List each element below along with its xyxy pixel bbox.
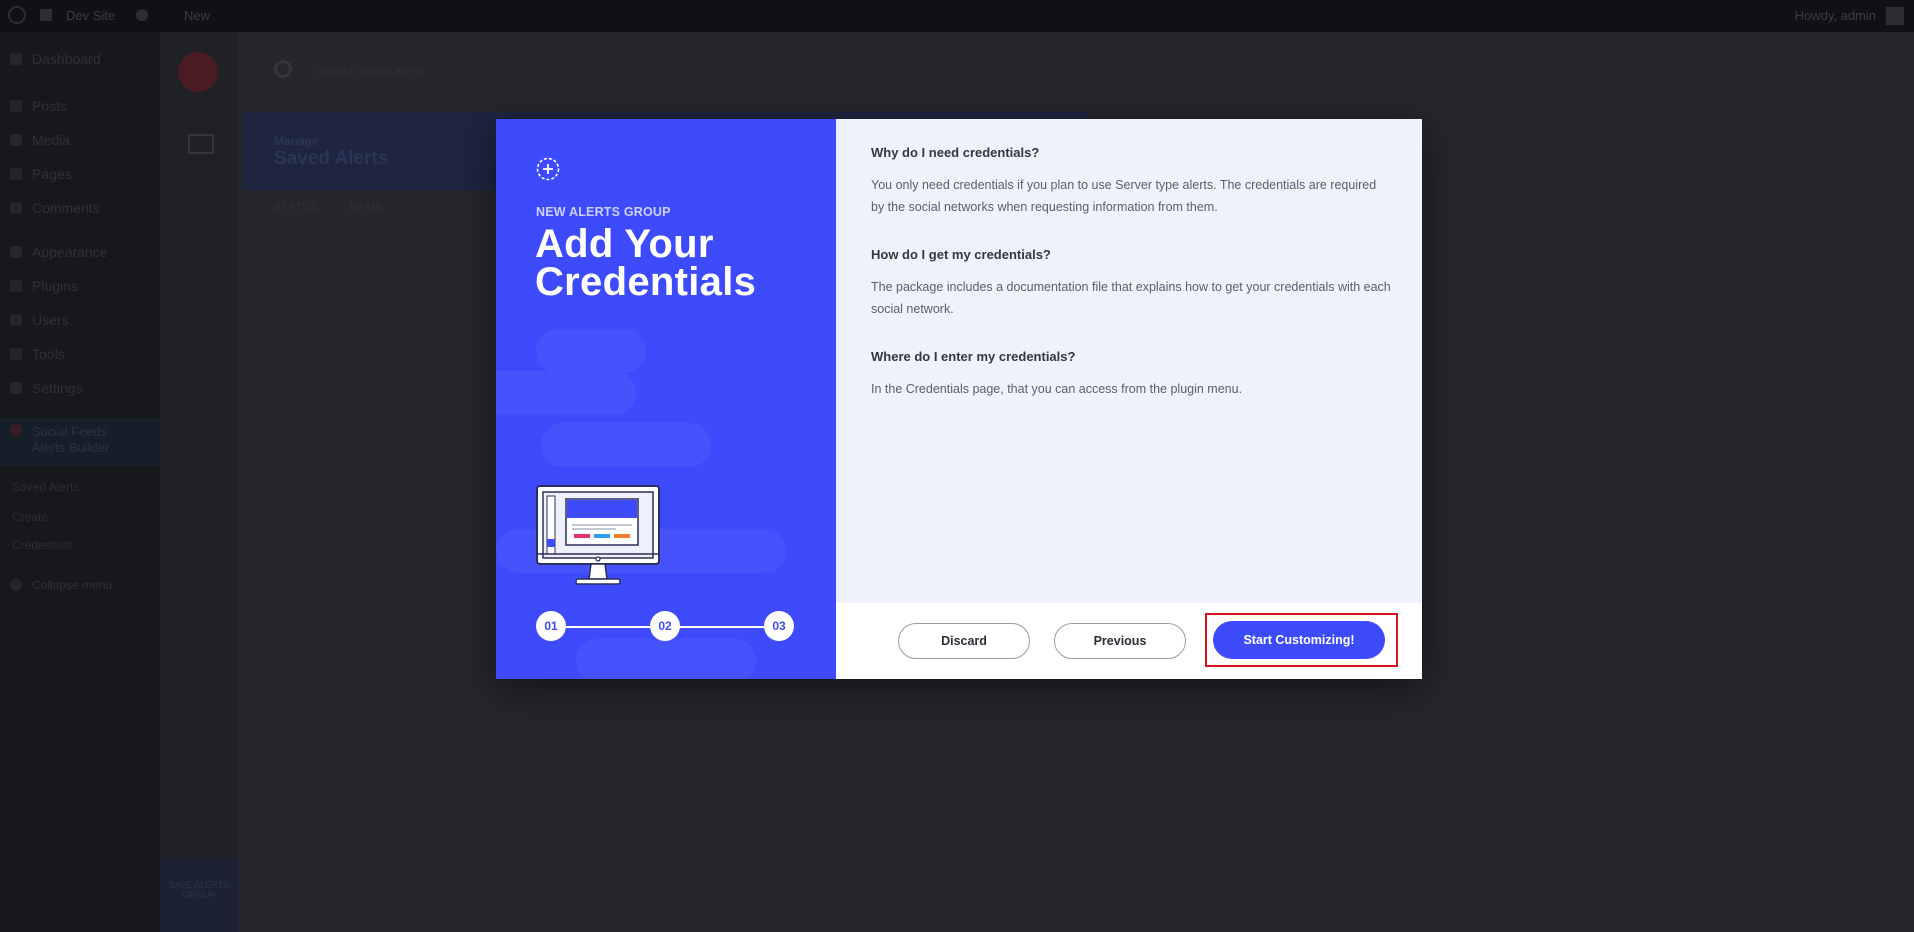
modal-info-panel: Why do I need credentials? You only need… xyxy=(836,119,1422,603)
modal-title: Add Your Credentials xyxy=(535,222,757,304)
alerts-plugin-icon xyxy=(10,424,22,436)
faq-question: Why do I need credentials? xyxy=(871,145,1040,160)
new-alerts-group-modal: NEW ALERTS GROUP Add Your Credentials 01… xyxy=(496,119,1422,679)
header-overline: Manage xyxy=(274,134,319,148)
plugin-rail xyxy=(160,32,238,932)
page-title: Saved Alerts xyxy=(274,148,389,169)
discard-button[interactable]: Discard xyxy=(898,623,1030,659)
monitor-illustration-icon xyxy=(536,485,660,585)
sidebar-item-dashboard[interactable]: Dashboard xyxy=(0,46,160,72)
search-icon[interactable] xyxy=(274,60,292,78)
modal-overline: NEW ALERTS GROUP xyxy=(536,205,671,219)
home-icon[interactable] xyxy=(40,9,52,21)
previous-button[interactable]: Previous xyxy=(1054,623,1186,659)
new-content-link[interactable]: New xyxy=(184,8,210,23)
sidebar-item-label: Tools xyxy=(32,346,65,362)
sidebar-item-users[interactable]: Users xyxy=(0,307,160,333)
sidebar-item-label: Comments xyxy=(32,200,100,216)
sidebar-item-label: Settings xyxy=(32,380,83,396)
sidebar-item-label: Plugins xyxy=(32,278,78,294)
collapse-menu-button[interactable]: Collapse menu xyxy=(0,572,160,598)
sidebar-item-plugins[interactable]: Plugins xyxy=(0,273,160,299)
column-header-status[interactable]: STATUS xyxy=(274,202,319,213)
submenu-credentials[interactable]: Credentials xyxy=(12,538,73,552)
decorative-shape xyxy=(541,423,711,467)
faq-question: How do I get my credentials? xyxy=(871,247,1051,262)
step-2: 02 xyxy=(650,611,680,641)
comments-icon[interactable] xyxy=(136,9,148,21)
user-icon xyxy=(10,314,22,326)
dashboard-icon xyxy=(10,53,22,65)
add-circle-icon xyxy=(536,157,560,181)
faq-answer: The package includes a documentation fil… xyxy=(871,280,1391,316)
submenu-create[interactable]: Create xyxy=(12,510,48,524)
faq-answer: You only need credentials if you plan to… xyxy=(871,178,1377,214)
step-1: 01 xyxy=(536,611,566,641)
comment-icon xyxy=(10,202,22,214)
faq-item: Where do I enter my credentials? In the … xyxy=(871,349,1391,400)
plugin-logo-icon xyxy=(178,52,218,92)
sidebar-item-tools[interactable]: Tools xyxy=(0,341,160,367)
howdy-user-link[interactable]: Howdy, admin xyxy=(1795,8,1876,23)
decorative-shape xyxy=(576,639,756,679)
submenu-saved-alerts[interactable]: Saved Alerts xyxy=(12,480,79,494)
wrench-icon xyxy=(10,348,22,360)
sidebar-item-media[interactable]: Media xyxy=(0,127,160,153)
decorative-shape xyxy=(536,329,646,373)
modal-hero-panel: NEW ALERTS GROUP Add Your Credentials 01… xyxy=(496,119,836,679)
faq-question: Where do I enter my credentials? xyxy=(871,349,1076,364)
column-header-name[interactable]: NAME xyxy=(350,202,383,213)
sidebar-item-label: Posts xyxy=(32,98,68,114)
plugin-icon xyxy=(10,280,22,292)
media-icon xyxy=(10,134,22,146)
save-alerts-group-button[interactable]: SAVE ALERTS GROUP xyxy=(160,858,238,932)
pin-icon xyxy=(10,100,22,112)
sidebar-item-label: Appearance xyxy=(32,244,108,260)
sidebar-item-appearance[interactable]: Appearance xyxy=(0,239,160,265)
step-indicator: 01 02 03 xyxy=(536,611,796,643)
sidebar-item-comments[interactable]: Comments xyxy=(0,195,160,221)
folder-icon[interactable] xyxy=(188,134,214,154)
settings-icon xyxy=(10,382,22,394)
sidebar-item-label: Pages xyxy=(32,166,72,182)
sidebar-item-pages[interactable]: Pages xyxy=(0,161,160,187)
page-icon xyxy=(10,168,22,180)
decorative-shape xyxy=(496,371,636,415)
site-name-link[interactable]: Dev Site xyxy=(66,8,115,23)
step-3: 03 xyxy=(764,611,794,641)
faq-answer: In the Credentials page, that you can ac… xyxy=(871,382,1243,396)
sidebar-item-label: Social Feeds Alerts Builder xyxy=(32,424,110,455)
sidebar-item-alerts-builder[interactable]: Social Feeds Alerts Builder xyxy=(0,418,160,466)
admin-bar: Dev Site New Howdy, admin xyxy=(0,0,1914,32)
sidebar-item-label: Users xyxy=(32,312,69,328)
sidebar-item-settings[interactable]: Settings xyxy=(0,375,160,401)
collapse-label: Collapse menu xyxy=(32,578,113,592)
faq-item: Why do I need credentials? You only need… xyxy=(871,145,1391,218)
sidebar-item-label: Dashboard xyxy=(32,51,101,67)
avatar[interactable] xyxy=(1886,7,1904,25)
wordpress-logo-icon[interactable] xyxy=(8,6,26,24)
sidebar-item-posts[interactable]: Posts xyxy=(0,93,160,119)
highlight-box xyxy=(1205,613,1398,667)
collapse-icon xyxy=(10,579,22,591)
admin-sidebar: Dashboard Posts Media Pages Comments App… xyxy=(0,32,160,932)
brush-icon xyxy=(10,246,22,258)
sidebar-item-label: Media xyxy=(32,132,71,148)
faq-item: How do I get my credentials? The package… xyxy=(871,247,1391,320)
search-input[interactable]: Search saved alerts xyxy=(318,64,518,78)
